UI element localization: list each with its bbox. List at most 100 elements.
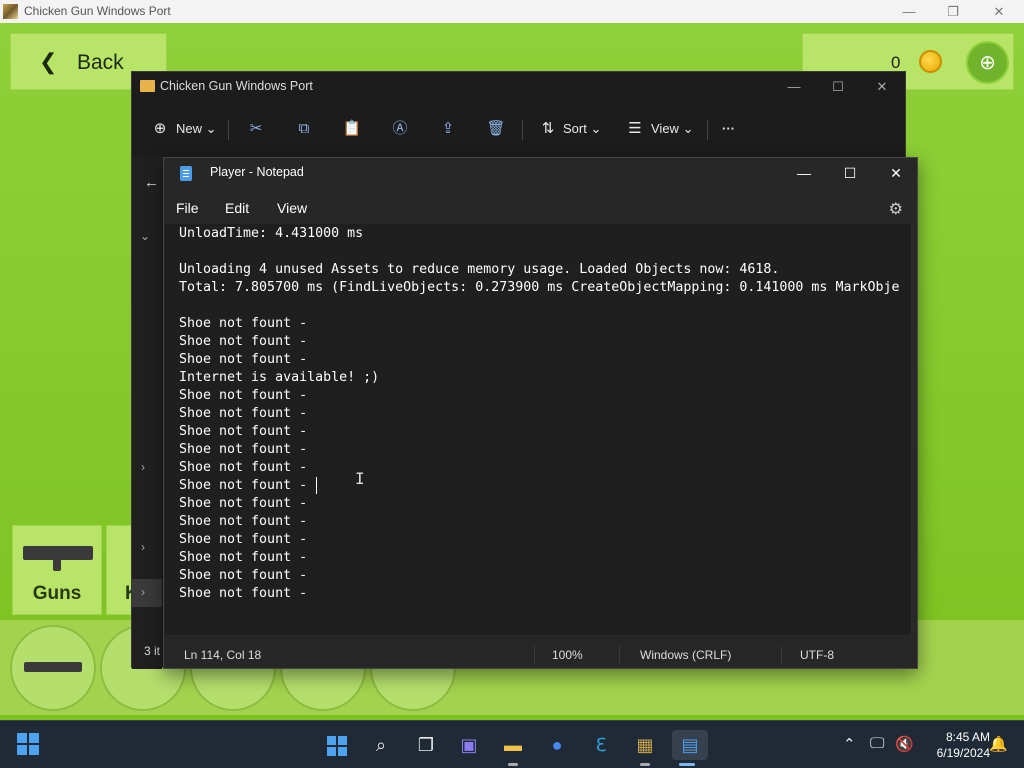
- menu-view[interactable]: View: [277, 200, 307, 216]
- toolbar-divider: [707, 120, 708, 140]
- menu-edit[interactable]: Edit: [225, 200, 249, 216]
- view-button-label: View: [651, 121, 679, 136]
- weapon-slot[interactable]: [10, 625, 96, 711]
- system-clock[interactable]: 8:45 AM 6/19/2024: [920, 729, 990, 761]
- minimize-icon[interactable]: —: [781, 158, 827, 188]
- close-icon[interactable]: ✕: [976, 1, 1022, 23]
- chevron-left-icon: ❮: [39, 49, 58, 74]
- settings-gear-icon[interactable]: ⚙: [889, 199, 903, 219]
- firefox-icon[interactable]: ●: [542, 730, 572, 760]
- chevron-right-icon[interactable]: ›: [141, 540, 145, 554]
- back-button-label: Back: [77, 51, 124, 74]
- text-line: Unloading 4 unused Assets to reduce memo…: [179, 262, 780, 277]
- selected-nav-item[interactable]: ›: [132, 579, 162, 607]
- sort-button[interactable]: Sort ⌄: [563, 117, 601, 141]
- maximize-icon[interactable]: ❐: [930, 1, 976, 23]
- chevron-right-icon[interactable]: ›: [141, 460, 145, 474]
- explorer-titlebar: Chicken Gun Windows Port — ☐ ✕: [132, 72, 905, 102]
- rifle-grip-icon: [53, 559, 61, 571]
- toolbar-divider: [522, 120, 523, 140]
- paste-icon[interactable]: 📋: [340, 117, 364, 141]
- line-ending: Windows (CRLF): [640, 648, 732, 662]
- share-icon[interactable]: ⇪: [436, 117, 460, 141]
- task-view-icon[interactable]: ❐: [411, 730, 441, 760]
- text-line: Shoe not fount -: [179, 478, 308, 493]
- add-coins-button[interactable]: ⊕: [966, 41, 1009, 84]
- close-icon[interactable]: ✕: [873, 158, 919, 188]
- network-icon[interactable]: 🖵: [870, 735, 884, 752]
- menu-file[interactable]: File: [176, 200, 199, 216]
- rename-icon[interactable]: Ⓐ: [388, 117, 412, 141]
- folder-icon: [140, 80, 155, 92]
- chicken-gun-app-icon: [3, 4, 18, 19]
- taskbar: ⌕ ❐ ▣ ▬ ● ℇ ▦ ▤ ⌃ 🖵 🔇 8:45 AM 6/19/2024 …: [0, 720, 1024, 768]
- cut-icon[interactable]: ✂: [244, 117, 268, 141]
- notifications-icon[interactable]: 🔔: [989, 735, 1008, 753]
- weapon-category-k[interactable]: K: [106, 525, 139, 615]
- explorer-title: Chicken Gun Windows Port: [160, 79, 313, 93]
- text-line: Shoe not fount -: [179, 532, 308, 547]
- explorer-command-bar: ⊕ New ⌄ ✂ ⧉ 📋 Ⓐ ⇪ 🗑 ⇅ Sort ⌄ ☰ View ⌄ ··…: [132, 107, 905, 151]
- chat-icon[interactable]: ▣: [454, 730, 484, 760]
- sort-icon[interactable]: ⇅: [536, 117, 560, 141]
- back-arrow-icon[interactable]: ←: [144, 174, 159, 191]
- volume-muted-icon[interactable]: 🔇: [895, 735, 914, 753]
- start-button-icon[interactable]: [322, 730, 352, 760]
- text-line: Shoe not fount -: [179, 388, 308, 403]
- plus-circle-icon[interactable]: ⊕: [148, 117, 172, 141]
- text-caret: [316, 477, 317, 494]
- text-line: Shoe not fount -: [179, 586, 308, 601]
- sort-button-label: Sort: [563, 121, 587, 136]
- delete-icon[interactable]: 🗑: [484, 117, 508, 141]
- zoom-level[interactable]: 100%: [552, 648, 583, 662]
- status-divider: [534, 646, 535, 664]
- weapon-category-label: Guns: [32, 583, 82, 604]
- encoding: UTF-8: [800, 648, 834, 662]
- toolbar-divider: [228, 120, 229, 140]
- text-line: Total: 7.805700 ms (FindLiveObjects: 0.2…: [179, 280, 900, 295]
- text-line: Shoe not fount -: [179, 316, 308, 331]
- notepad-taskbar-icon[interactable]: ▤: [672, 730, 708, 766]
- weapon-category-guns[interactable]: Guns: [12, 525, 102, 615]
- maximize-icon[interactable]: ☐: [827, 158, 873, 188]
- coin-icon: [919, 50, 942, 73]
- new-button[interactable]: New ⌄: [176, 117, 217, 141]
- clock-date: 6/19/2024: [936, 746, 990, 760]
- chevron-down-icon[interactable]: ⌄: [140, 229, 150, 243]
- item-count: 3 it: [144, 644, 161, 658]
- view-button[interactable]: View ⌄: [651, 117, 693, 141]
- text-line: Shoe not fount -: [179, 352, 308, 367]
- chevron-up-icon[interactable]: ⌃: [843, 735, 856, 753]
- game-window-title: Chicken Gun Windows Port: [24, 4, 171, 18]
- rifle-icon: [24, 662, 82, 672]
- vertical-scrollbar[interactable]: [911, 224, 915, 635]
- edge-icon[interactable]: ℇ: [586, 730, 616, 760]
- cursor-position: Ln 114, Col 18: [184, 648, 262, 662]
- windows-start-icon[interactable]: [17, 733, 39, 755]
- close-icon[interactable]: ✕: [860, 74, 904, 100]
- chevron-right-icon[interactable]: ›: [141, 585, 145, 599]
- clock-time: 8:45 AM: [945, 730, 990, 744]
- chicken-gun-icon[interactable]: ▦: [630, 730, 660, 766]
- copy-icon[interactable]: ⧉: [292, 117, 316, 141]
- notepad-window: Player - Notepad — ☐ ✕ File Edit View ⚙ …: [163, 157, 918, 669]
- text-line: Shoe not fount -: [179, 568, 308, 583]
- text-line: UnloadTime: 4.431000 ms: [179, 226, 364, 241]
- text-line: Shoe not fount -: [179, 442, 308, 457]
- new-button-label: New: [176, 121, 203, 136]
- text-line: Shoe not fount -: [179, 334, 308, 349]
- status-divider: [781, 646, 782, 664]
- file-explorer-icon[interactable]: ▬: [498, 730, 528, 766]
- game-window-titlebar: Chicken Gun Windows Port — ❐ ✕: [0, 0, 1024, 23]
- maximize-icon[interactable]: ☐: [816, 74, 860, 100]
- search-icon[interactable]: ⌕: [366, 730, 396, 760]
- ibeam-cursor-icon: I: [355, 469, 365, 488]
- text-editor[interactable]: UnloadTime: 4.431000 ms Unloading 4 unus…: [165, 224, 915, 635]
- minimize-icon[interactable]: —: [772, 74, 816, 100]
- view-icon[interactable]: ☰: [623, 117, 647, 141]
- minimize-icon[interactable]: —: [886, 1, 932, 23]
- more-options-button[interactable]: ···: [722, 117, 735, 141]
- notepad-title: Player - Notepad: [210, 165, 304, 179]
- text-line: Internet is available! ;): [179, 370, 380, 385]
- navigation-pane: ← ⌄ › › ›: [132, 157, 162, 669]
